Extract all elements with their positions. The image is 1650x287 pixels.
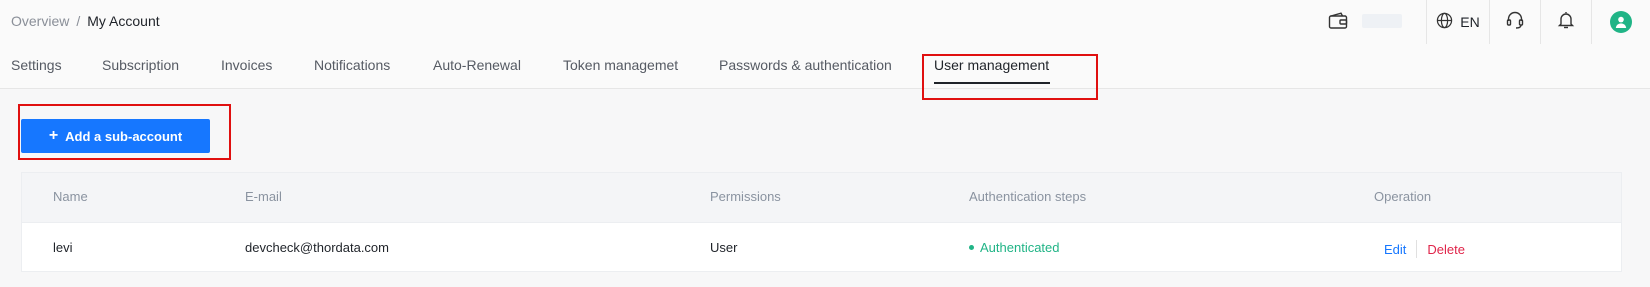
add-sub-account-label: Add a sub-account [65, 128, 183, 144]
tab-invoices[interactable]: Invoices [221, 57, 272, 73]
tab-settings[interactable]: Settings [11, 57, 62, 73]
cell-permissions: User [710, 240, 738, 255]
user-menu[interactable] [1592, 0, 1650, 44]
bell-icon [1557, 10, 1575, 35]
edit-link[interactable]: Edit [1384, 242, 1406, 257]
headset-icon [1505, 10, 1525, 35]
column-header-name: Name [53, 189, 88, 204]
breadcrumb-separator: / [76, 13, 81, 29]
status-label: Authenticated [980, 240, 1060, 255]
account-tabs: Settings Subscription Invoices Notificat… [0, 44, 1650, 89]
header-actions: EN [1306, 0, 1650, 44]
language-label: EN [1460, 14, 1480, 30]
tab-user-management[interactable]: User management [934, 57, 1049, 73]
cell-name: levi [53, 240, 73, 255]
operation-divider [1416, 240, 1418, 258]
active-tab-indicator [934, 82, 1050, 84]
table-header: Name E-mail Permissions Authentication s… [22, 173, 1621, 223]
breadcrumb-overview[interactable]: Overview [11, 13, 69, 29]
language-selector[interactable]: EN [1427, 0, 1489, 44]
tab-notifications[interactable]: Notifications [314, 57, 390, 73]
delete-link[interactable]: Delete [1427, 242, 1465, 257]
user-avatar-icon [1610, 11, 1632, 33]
notifications-button[interactable] [1541, 0, 1591, 44]
tab-auto-renewal[interactable]: Auto-Renewal [433, 57, 521, 73]
user-table: Name E-mail Permissions Authentication s… [21, 172, 1622, 272]
wallet-icon [1328, 12, 1348, 35]
column-header-email: E-mail [245, 189, 282, 204]
top-bar: Overview / My Account EN [0, 0, 1650, 45]
cell-email: devcheck@thordata.com [245, 240, 389, 255]
status-dot-icon [969, 245, 974, 250]
breadcrumb-current: My Account [87, 13, 160, 29]
wallet-button[interactable] [1306, 0, 1426, 44]
wallet-balance [1362, 14, 1402, 28]
row-operations: Edit Delete [1384, 240, 1465, 258]
tab-token-management[interactable]: Token managemet [563, 57, 678, 73]
column-header-operation: Operation [1374, 189, 1432, 204]
column-header-authentication: Authentication steps [969, 189, 1087, 204]
add-sub-account-button[interactable]: + Add a sub-account [21, 119, 210, 153]
plus-icon: + [48, 127, 59, 144]
globe-icon [1436, 12, 1453, 32]
status-badge: Authenticated [969, 240, 1060, 255]
support-button[interactable] [1490, 0, 1540, 44]
breadcrumb: Overview / My Account [11, 13, 160, 29]
tab-subscription[interactable]: Subscription [102, 57, 179, 73]
column-header-permissions: Permissions [710, 189, 781, 204]
tab-passwords-authentication[interactable]: Passwords & authentication [719, 57, 892, 73]
